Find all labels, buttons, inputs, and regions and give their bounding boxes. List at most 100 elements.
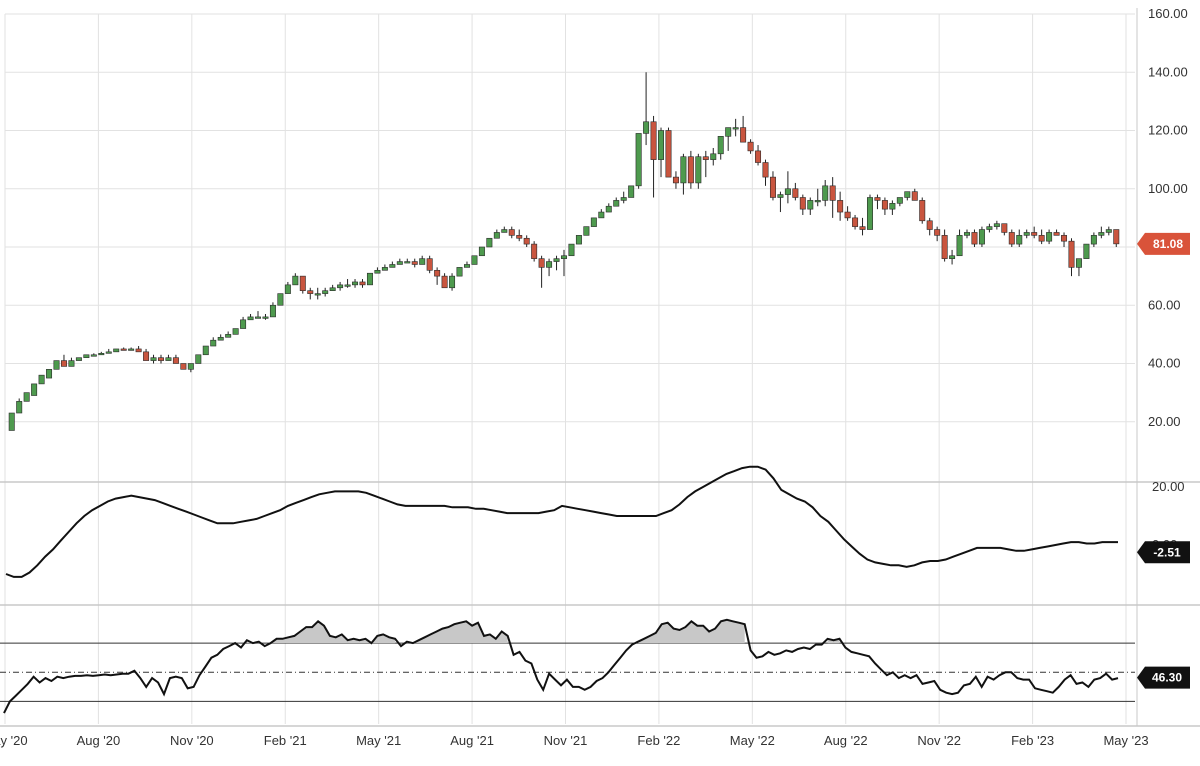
price-axis-tick: 140.00 [1148,64,1188,79]
candle-up [561,255,567,259]
candle-up [822,185,829,201]
candle-down [1001,223,1008,233]
last-price-label: 81.08 [1153,237,1183,251]
candle-up [90,354,97,357]
candle-down [650,121,657,160]
candle-down [120,348,127,351]
candle-up [240,319,247,329]
candle-up [456,267,463,277]
candle-up [322,290,329,294]
candle-up [277,293,284,306]
candle-up [732,127,739,130]
overbought-shading [270,621,396,644]
candle-down [1031,232,1038,236]
time-axis-tick: Aug '20 [77,733,121,748]
price-axis-tick: 120.00 [1148,123,1188,138]
candle-up [352,281,359,286]
candle-up [1090,235,1097,245]
price-axis-tick: 20.00 [1148,414,1181,429]
candle-down [299,275,306,291]
price-axis-tick: 160.00 [1148,6,1188,21]
candle-down [687,156,694,184]
candle-up [75,357,82,361]
stock-chart: 160.00140.00120.00100.0080.0060.0040.002… [0,0,1200,761]
candle-up [949,255,956,259]
candle-up [1016,235,1023,245]
candle-down [792,188,799,198]
candle-down [411,261,418,265]
candle-up [419,258,426,265]
candle-down [531,243,538,259]
candle-down [762,162,769,178]
candle-up [680,156,687,184]
candle-up [598,211,605,219]
candle-up [329,287,336,291]
candle-down [837,200,844,213]
candle-up [904,191,911,198]
candle-up [449,275,456,289]
time-axis-tick: Nov '21 [544,733,588,748]
candle-up [1046,232,1053,242]
candle-down [426,258,433,271]
candle-up [404,261,411,264]
time-axis-tick: Nov '20 [170,733,214,748]
time-axis-tick: May '20 [0,733,28,748]
indicator-2-value-label: 46.30 [1152,671,1182,685]
time-axis-tick: May '22 [730,733,775,748]
candle-up [344,284,351,287]
candle-down [829,185,836,201]
candle-down [747,141,754,152]
indicator-2-line [3,618,1119,714]
candle-down [441,275,448,289]
time-axis-tick: Feb '23 [1011,733,1054,748]
candle-up [628,185,635,198]
overbought-shading [406,621,508,644]
candle-down [926,220,933,230]
candle-up [1083,243,1090,259]
candle-down [859,226,866,230]
candle-down [919,200,926,222]
candle-up [366,272,373,286]
candle-down [665,130,672,178]
candle-up [501,229,508,233]
candle-up [620,197,627,201]
indicator-1-axis-tick: 20.00 [1152,479,1185,494]
time-axis-tick: Feb '21 [264,733,307,748]
candle-up [195,354,202,364]
pane-separators [0,8,1200,727]
candle-down [941,235,948,259]
candle-up [314,293,321,296]
candle-up [814,200,821,203]
price-axis-tick: 60.00 [1148,297,1181,312]
candle-up [128,348,135,351]
candle-up [568,243,575,257]
candle-up [68,360,75,367]
candle-up [590,217,597,227]
candle-down [971,232,978,245]
candle-up [38,374,45,385]
candle-up [1075,258,1082,268]
candle-down [538,258,545,268]
candle-up [16,401,23,414]
candle-up [956,235,963,257]
candle-up [986,226,993,230]
candle-up [187,363,194,370]
candle-up [150,357,157,361]
candle-down [852,217,859,227]
candle-up [262,316,269,319]
candle-up [486,237,493,248]
candle-up [478,246,485,257]
time-axis-tick: Nov '22 [917,733,961,748]
candle-up [784,188,791,195]
candle-up [389,264,396,268]
candle-up [98,353,105,356]
candle-up [635,133,642,187]
candle-up [83,354,90,358]
candle-down [1008,232,1015,245]
candle-down [881,200,888,210]
candle-down [172,357,179,364]
candle-up [613,200,620,207]
candle-up [210,339,217,347]
candle-up [284,284,291,294]
candle-up [1098,232,1105,236]
